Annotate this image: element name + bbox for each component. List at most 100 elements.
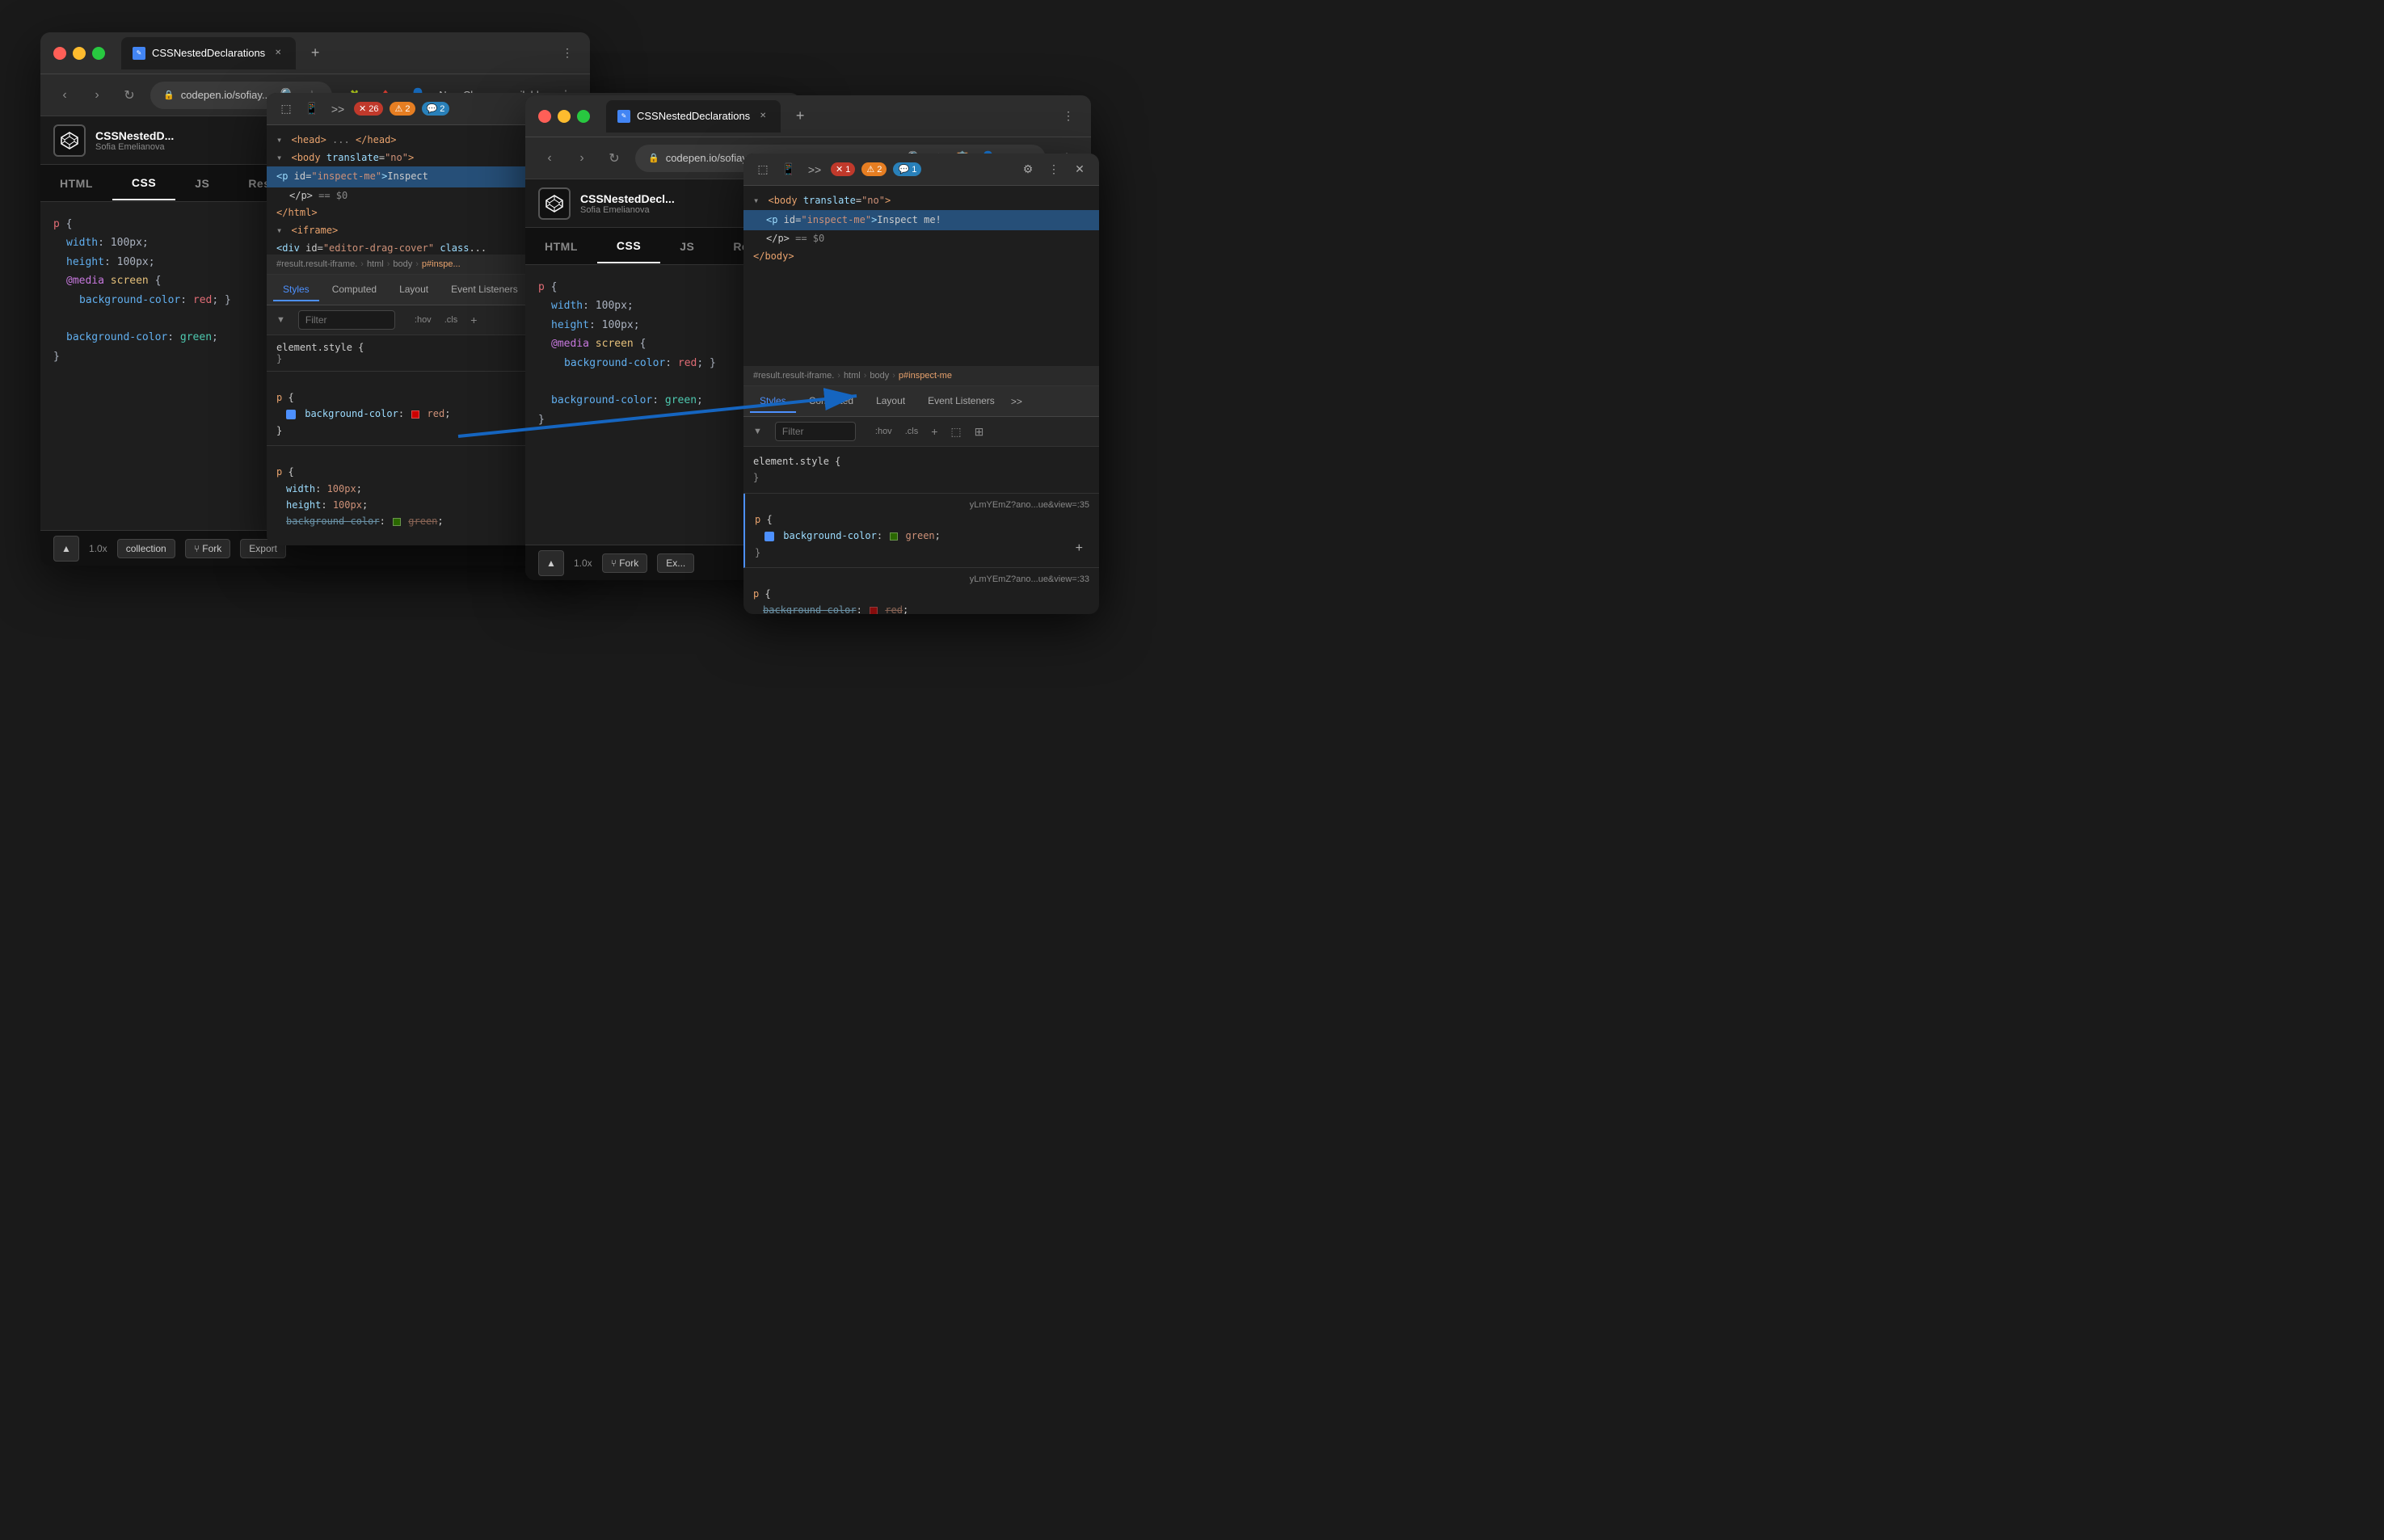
settings-icon-4[interactable]: ⚙ bbox=[1018, 160, 1038, 179]
html-line-selected-4: <p id="inspect-me">Inspect me! bbox=[743, 210, 1099, 231]
color-swatch-green bbox=[393, 518, 401, 526]
devtools-window-4: ⬚ 📱 >> ✕ 1 ⚠ 2 💬 1 ⚙ ⋮ ✕ ▾ <body transla… bbox=[743, 154, 1099, 614]
breadcrumb-selected[interactable]: p#inspe... bbox=[422, 259, 461, 269]
new-tab-button[interactable]: + bbox=[305, 44, 325, 63]
filter-input-4[interactable] bbox=[775, 422, 856, 441]
css-code-3[interactable]: p { width: 100px; height: 100px; @media … bbox=[525, 265, 768, 442]
zoom-level: 1.0x bbox=[89, 543, 107, 554]
device-mode-icon[interactable]: 📱 bbox=[302, 99, 322, 119]
tab-close-button[interactable]: ✕ bbox=[272, 47, 284, 60]
breadcrumb-item-4[interactable]: #result.result-iframe. bbox=[753, 371, 834, 381]
browser-tab-active[interactable]: ✎ CSSNestedDeclarations ✕ bbox=[121, 37, 296, 69]
devtools-tabs-4: Styles Computed Layout Event Listeners >… bbox=[743, 386, 1099, 417]
tab-favicon-3: ✎ bbox=[617, 110, 630, 123]
tab-html[interactable]: HTML bbox=[40, 167, 112, 200]
window-menu-3[interactable]: ⋮ bbox=[1059, 107, 1078, 126]
tab-js[interactable]: JS bbox=[175, 167, 229, 200]
tab-layout-4[interactable]: Layout bbox=[866, 390, 915, 413]
devtools-breadcrumb-4: #result.result-iframe. › html › body › p… bbox=[743, 366, 1099, 386]
close-devtools-4[interactable]: ✕ bbox=[1070, 160, 1089, 179]
tab-title: CSSNestedDeclarations bbox=[152, 47, 265, 59]
tab-html-3[interactable]: HTML bbox=[525, 230, 597, 263]
more-options-4[interactable]: ⋮ bbox=[1044, 160, 1064, 179]
error-badge-4: ✕ 1 bbox=[831, 162, 855, 176]
device-icon-4[interactable]: 📱 bbox=[779, 160, 798, 179]
tab-close-3[interactable]: ✕ bbox=[756, 110, 769, 123]
html-line-4: </body> bbox=[743, 248, 1099, 266]
filter-input-2[interactable] bbox=[298, 310, 395, 330]
tab-layout[interactable]: Layout bbox=[390, 279, 438, 301]
forward-btn-3[interactable]: › bbox=[571, 147, 593, 170]
tab-css[interactable]: CSS bbox=[112, 166, 175, 200]
window-menu[interactable]: ⋮ bbox=[558, 44, 577, 63]
tab-styles-4[interactable]: Styles bbox=[750, 390, 796, 413]
codepen-logo-3 bbox=[538, 187, 571, 220]
back-button[interactable]: ‹ bbox=[53, 84, 76, 107]
tab-favicon: ✎ bbox=[133, 47, 145, 60]
breadcrumb-item[interactable]: body bbox=[393, 259, 412, 269]
fork-btn-3[interactable]: ⑂ Fork bbox=[602, 553, 648, 573]
color-swatch-red-4 bbox=[870, 607, 878, 614]
warning-badge-4: ⚠ 2 bbox=[861, 162, 887, 176]
inspect-element-icon[interactable]: ⬚ bbox=[276, 99, 296, 119]
html-line-4: </p> == $0 bbox=[743, 230, 1099, 248]
collapse-button[interactable]: ▲ bbox=[53, 536, 79, 562]
tab-styles[interactable]: Styles bbox=[273, 279, 319, 301]
tab-computed-4[interactable]: Computed bbox=[799, 390, 863, 413]
export-btn-3[interactable]: Ex... bbox=[657, 553, 694, 573]
breadcrumb-item[interactable]: html bbox=[367, 259, 384, 269]
breadcrumb-item-4[interactable]: body bbox=[870, 371, 889, 381]
style-rule-red-4: yLmYEmZ?ano...ue&view=:33 p { background… bbox=[743, 568, 1099, 614]
style-rule-green-4: yLmYEmZ?ano...ue&view=:35 p { background… bbox=[743, 494, 1099, 568]
tab-computed[interactable]: Computed bbox=[322, 279, 386, 301]
maximize-button[interactable] bbox=[92, 47, 105, 60]
back-btn-3[interactable]: ‹ bbox=[538, 147, 561, 170]
project-title-3: CSSNestedDecl... bbox=[580, 192, 675, 205]
minimize-button-3[interactable] bbox=[558, 110, 571, 123]
rule-source-4-1: yLmYEmZ?ano...ue&view=:35 bbox=[755, 500, 1089, 510]
more-tools-icon[interactable]: >> bbox=[328, 99, 347, 119]
more-icon-4[interactable]: >> bbox=[805, 160, 824, 179]
warning-badge: ⚠ 2 bbox=[390, 102, 415, 116]
project-author-3: Sofia Emelianova bbox=[580, 205, 675, 215]
collection-button[interactable]: collection bbox=[117, 539, 175, 558]
close-button-3[interactable] bbox=[538, 110, 551, 123]
element-style-4: element.style { } bbox=[743, 447, 1099, 494]
tab-event-listeners-4[interactable]: Event Listeners bbox=[918, 390, 1005, 413]
title-bar-1: ✎ CSSNestedDeclarations ✕ + ⋮ bbox=[40, 32, 590, 74]
codepen-logo bbox=[53, 124, 86, 157]
browser-tab-3[interactable]: ✎ CSSNestedDeclarations ✕ bbox=[606, 100, 781, 133]
maximize-button-3[interactable] bbox=[577, 110, 590, 123]
refresh-btn-3[interactable]: ↻ bbox=[603, 147, 625, 170]
project-author: Sofia Emelianova bbox=[95, 142, 174, 152]
title-bar-3: ✎ CSSNestedDeclarations ✕ + ⋮ bbox=[525, 95, 1091, 137]
codepen-logo-svg-3 bbox=[545, 194, 564, 213]
minimize-button[interactable] bbox=[73, 47, 86, 60]
tab-event-listeners[interactable]: Event Listeners bbox=[441, 279, 528, 301]
breadcrumb-selected-4[interactable]: p#inspect-me bbox=[899, 371, 952, 381]
error-badge: ✕ 26 bbox=[354, 102, 383, 116]
html-line-4: ▾ <body translate="no"> bbox=[743, 192, 1099, 210]
new-tab-3[interactable]: + bbox=[790, 107, 810, 126]
color-swatch-red bbox=[411, 410, 419, 419]
html-panel-4: ▾ <body translate="no"> <p id="inspect-m… bbox=[743, 186, 1099, 366]
inspect-icon-4[interactable]: ⬚ bbox=[753, 160, 773, 179]
close-button[interactable] bbox=[53, 47, 66, 60]
refresh-button[interactable]: ↻ bbox=[118, 84, 141, 107]
breadcrumb-item-4[interactable]: html bbox=[844, 371, 861, 381]
property-checkbox[interactable] bbox=[286, 410, 296, 419]
codepen-logo-svg bbox=[60, 131, 79, 150]
fork-button[interactable]: ⑂ Fork bbox=[185, 539, 231, 558]
forward-button[interactable]: › bbox=[86, 84, 108, 107]
project-title: CSSNestedD... bbox=[95, 129, 174, 142]
message-badge: 💬 2 bbox=[422, 102, 450, 116]
collapse-btn-3[interactable]: ▲ bbox=[538, 550, 564, 576]
message-badge-4: 💬 1 bbox=[893, 162, 921, 176]
property-checkbox-4[interactable] bbox=[764, 532, 774, 541]
traffic-lights-1 bbox=[53, 47, 105, 60]
project-name-3: CSSNestedDecl... Sofia Emelianova bbox=[580, 192, 675, 215]
zoom-level-3: 1.0x bbox=[574, 558, 592, 569]
breadcrumb-item[interactable]: #result.result-iframe. bbox=[276, 259, 357, 269]
tab-js-3[interactable]: JS bbox=[660, 230, 714, 263]
tab-css-3[interactable]: CSS bbox=[597, 229, 660, 263]
